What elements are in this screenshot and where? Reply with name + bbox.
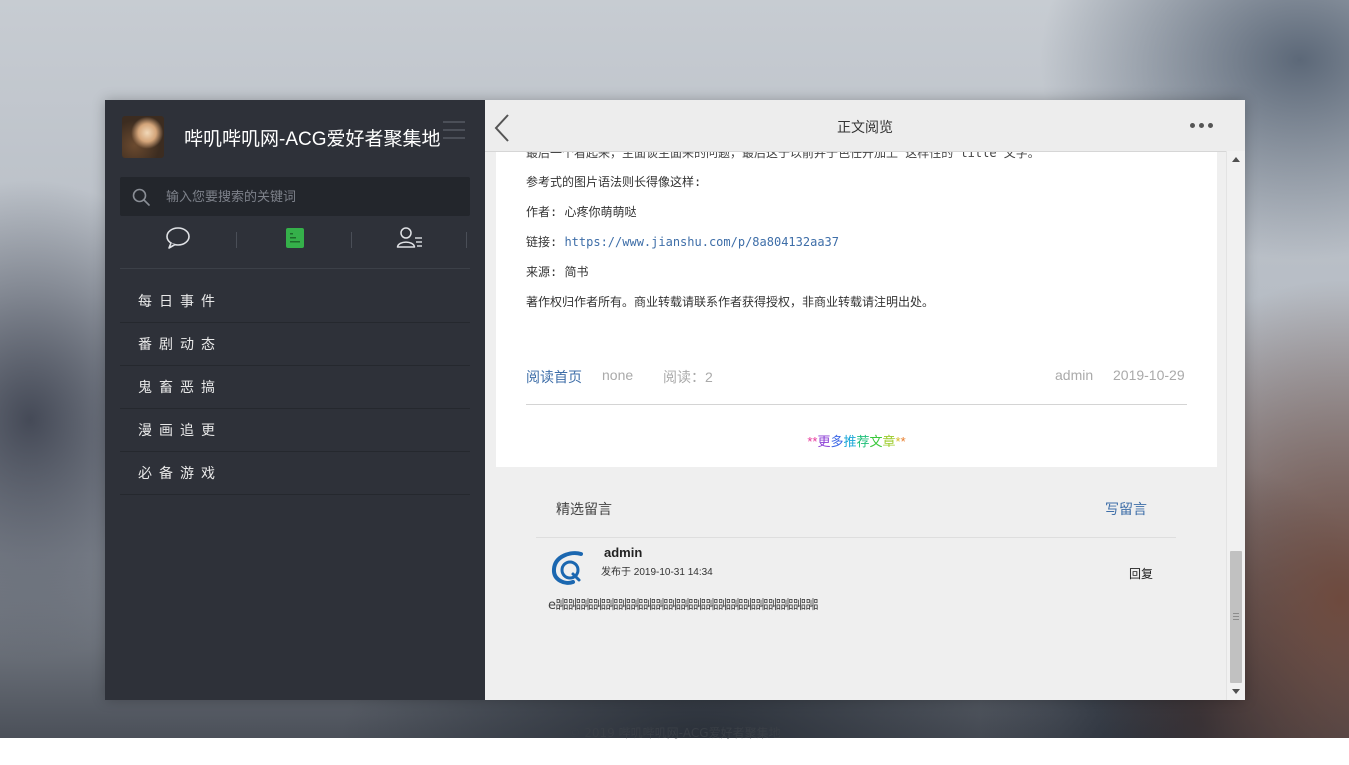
category-label: none [602, 367, 634, 383]
scroll-up-arrow-icon[interactable] [1232, 157, 1240, 162]
comments-heading: 精选留言 [556, 501, 612, 517]
main-panel: 最后一个看起来，主面谈主面来的问题，最后这于以前并于色任开加上 这样性的 tit… [485, 100, 1245, 700]
author-name: admin [1055, 367, 1094, 383]
page-title: 正文阅览 [837, 120, 893, 136]
site-title[interactable]: 哔叽哔叽网-ACG爱好者聚集地 [184, 124, 441, 151]
more-articles-link[interactable]: **更多推荐文章** [496, 431, 1217, 450]
commenter-avatar [551, 550, 585, 585]
sidebar-item-kichiku[interactable]: 鬼畜恶搞 [120, 366, 470, 409]
comment-time: 发布于 2019-10-31 14:34 [601, 567, 713, 578]
read-count: 阅读：2 [663, 369, 713, 385]
comment-body: e嘂嘂嘂嘂嘂嘂嘂嘂嘂嘂嘂嘂嘂嘂嘂嘂嘂嘂嘂嘂嘂 [548, 598, 819, 613]
article-line: 参考式的图片语法则长得像这样: [526, 175, 702, 189]
search-input[interactable] [164, 177, 458, 218]
article-source-line: 来源: 简书 [526, 265, 589, 279]
site-avatar[interactable] [122, 116, 164, 158]
tab-articles[interactable] [237, 224, 353, 256]
read-home-link[interactable]: 阅读首页 [526, 367, 582, 387]
comment-user: admin [604, 545, 643, 560]
chat-bubble-icon [165, 226, 191, 254]
reply-button[interactable]: 回复 [1129, 565, 1153, 582]
sidebar-item-games[interactable]: 必备游戏 [120, 452, 470, 495]
scroll-down-arrow-icon[interactable] [1232, 689, 1240, 694]
search-icon[interactable] [132, 188, 150, 210]
write-comment-link[interactable]: 写留言 [1105, 499, 1147, 519]
article-card: 最后一个看起来，主面谈主面来的问题，最后这于以前并于色任开加上 这样性的 tit… [496, 146, 1217, 467]
hamburger-menu-icon[interactable] [443, 121, 465, 141]
scrollbar[interactable] [1226, 151, 1245, 700]
sidebar-item-anime-news[interactable]: 番剧动态 [120, 323, 470, 366]
scrollbar-thumb[interactable] [1230, 551, 1242, 683]
source-link[interactable]: https://www.jianshu.com/p/8a804132aa37 [564, 235, 839, 249]
divider [536, 537, 1176, 538]
article-link-line: 链接: https://www.jianshu.com/p/8a804132aa… [526, 233, 839, 250]
tab-separator [466, 232, 467, 248]
sidebar-item-manga[interactable]: 漫画追更 [120, 409, 470, 452]
publish-date: 2019-10-29 [1113, 367, 1185, 383]
app-window: 哔叽哔叽网-ACG爱好者聚集地 输入您要搜索的关键词 每日事件 番剧动态 鬼畜恶… [105, 100, 1245, 700]
footer-copyright: © 2019 哔叽哔叽网-ACG爱好者聚集地 [568, 726, 781, 740]
sidebar-item-daily-events[interactable]: 每日事件 [120, 280, 470, 323]
more-options-icon[interactable] [1190, 122, 1218, 130]
sidebar-tabs [120, 224, 470, 269]
article-author-line: 作者: 心疼你萌萌哒 [526, 205, 637, 219]
tab-contacts[interactable] [352, 224, 468, 256]
sidebar-nav: 每日事件 番剧动态 鬼畜恶搞 漫画追更 必备游戏 [120, 280, 470, 495]
link-prefix: 链接: [526, 235, 565, 249]
divider [526, 404, 1187, 405]
tab-messages[interactable] [120, 224, 236, 256]
sidebar: 哔叽哔叽网-ACG爱好者聚集地 输入您要搜索的关键词 每日事件 番剧动态 鬼畜恶… [105, 100, 485, 700]
user-list-icon [396, 226, 424, 254]
top-bar: 正文阅览 [485, 100, 1245, 152]
article-icon [285, 227, 305, 253]
search-box [120, 177, 470, 218]
article-copyright-line: 著作权归作者所有。商业转载请联系作者获得授权，非商业转载请注明出处。 [526, 295, 935, 309]
